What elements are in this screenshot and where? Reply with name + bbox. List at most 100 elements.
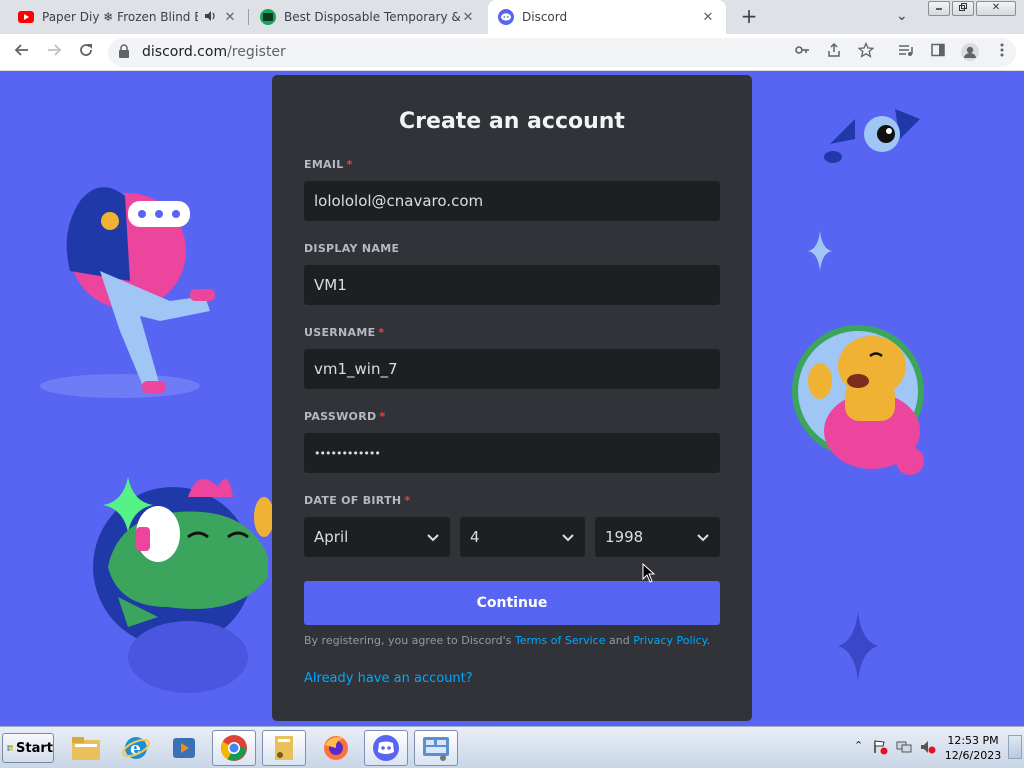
- tab-title: Discord: [522, 10, 568, 24]
- url-path: /register: [227, 44, 286, 60]
- required-mark: *: [378, 326, 385, 339]
- tab-search-icon[interactable]: ⌄: [896, 8, 908, 24]
- taskbar-control-panel[interactable]: [414, 730, 458, 766]
- forward-icon[interactable]: [44, 42, 64, 62]
- taskbar-folder[interactable]: [262, 730, 306, 766]
- show-hidden-icons-icon[interactable]: ⌃: [854, 739, 863, 752]
- required-mark: *: [346, 158, 353, 171]
- url-text: discord.com/register: [142, 44, 286, 60]
- tab-youtube[interactable]: Paper Diy ❄ Frozen Blind Ba ✕: [8, 0, 248, 34]
- sparkle-icon: [808, 231, 832, 271]
- new-tab-button[interactable]: +: [738, 6, 760, 28]
- chevron-down-icon: [562, 534, 574, 542]
- discord-icon: [373, 735, 399, 761]
- menu-kebab-icon[interactable]: [992, 42, 1012, 62]
- close-tab-icon[interactable]: ✕: [700, 10, 716, 25]
- reload-icon[interactable]: [76, 42, 96, 62]
- dob-year-select[interactable]: 1998: [595, 517, 720, 557]
- dob-day-select[interactable]: 4: [460, 517, 585, 557]
- volume-muted-icon[interactable]: [920, 739, 936, 755]
- password-field[interactable]: ••••••••••••: [304, 433, 720, 473]
- control-panel-icon: [423, 737, 449, 761]
- terms-prefix: By registering, you agree to Discord's: [304, 634, 515, 647]
- username-label: USERNAME *: [304, 326, 384, 339]
- taskbar-explorer[interactable]: [64, 730, 108, 766]
- network-icon[interactable]: [896, 739, 912, 755]
- taskbar-firefox[interactable]: [314, 730, 358, 766]
- browser-toolbar: discord.com/register: [0, 34, 1024, 71]
- explorer-icon: [72, 737, 100, 760]
- continue-button[interactable]: Continue: [304, 581, 720, 625]
- chevron-down-icon: [427, 534, 439, 542]
- required-mark: *: [404, 494, 411, 507]
- terms-and: and: [605, 634, 634, 647]
- page-title: Create an account: [399, 109, 625, 134]
- ie-icon: e: [122, 737, 150, 759]
- taskbar-clock[interactable]: 12:53 PM 12/6/2023: [940, 733, 1006, 763]
- taskbar-discord[interactable]: [364, 730, 408, 766]
- clock-time: 12:53 PM: [947, 734, 999, 747]
- taskbar-ie[interactable]: e: [114, 730, 158, 766]
- required-mark: *: [379, 410, 386, 423]
- media-player-icon: [173, 738, 195, 758]
- tab-temp-mail[interactable]: Best Disposable Temporary & Fa ✕: [250, 0, 486, 34]
- display-name-field[interactable]: VM1: [304, 265, 720, 305]
- lock-icon[interactable]: [118, 44, 132, 60]
- username-label-text: USERNAME: [304, 326, 376, 339]
- terms-text: By registering, you agree to Discord's T…: [304, 634, 710, 647]
- dob-day-value: 4: [470, 528, 480, 546]
- discord-register-page: Create an account EMAIL * lolololol@cnava…: [0, 71, 1024, 726]
- windows-taskbar: Start e ⌃ 12:53 PM 12/6/2023: [0, 726, 1024, 768]
- privacy-policy-link[interactable]: Privacy Policy: [633, 634, 706, 647]
- close-tab-icon[interactable]: ✕: [222, 10, 238, 25]
- discord-icon: [498, 9, 514, 25]
- already-have-account-link[interactable]: Already have an account?: [304, 671, 473, 686]
- folder-icon: [275, 736, 293, 760]
- password-label-text: PASSWORD: [304, 410, 377, 423]
- action-center-flag-icon[interactable]: [872, 739, 888, 755]
- taskbar-chrome[interactable]: [212, 730, 256, 766]
- close-window-button[interactable]: ✕: [976, 1, 1016, 16]
- password-label: PASSWORD *: [304, 410, 385, 423]
- display-name-label: DISPLAY NAME: [304, 242, 400, 255]
- restore-button[interactable]: [952, 1, 974, 16]
- start-button[interactable]: Start: [2, 733, 54, 763]
- minimize-button[interactable]: [928, 1, 950, 16]
- username-field[interactable]: vm1_win_7: [304, 349, 720, 389]
- tab-separator: [248, 9, 249, 25]
- youtube-icon: [18, 9, 34, 25]
- chevron-down-icon: [697, 534, 709, 542]
- illustration-green-dragon: [93, 477, 274, 693]
- media-control-icon[interactable]: [896, 42, 916, 62]
- dob-year-value: 1998: [605, 528, 644, 546]
- start-label: Start: [16, 740, 53, 756]
- key-icon[interactable]: [792, 42, 812, 62]
- profile-avatar-icon[interactable]: [960, 42, 980, 62]
- dob-label: DATE OF BIRTH *: [304, 494, 410, 507]
- browser-tab-strip: Paper Diy ❄ Frozen Blind Ba ✕ Best Dispo…: [0, 0, 1024, 34]
- taskbar-media-player[interactable]: [162, 730, 206, 766]
- tab-discord[interactable]: Discord ✕: [488, 0, 726, 34]
- chrome-icon: [220, 735, 247, 761]
- share-icon[interactable]: [824, 42, 844, 62]
- clock-date: 12/6/2023: [944, 749, 1002, 762]
- sparkle-icon: [838, 611, 878, 681]
- terms-of-service-link[interactable]: Terms of Service: [515, 634, 606, 647]
- address-bar[interactable]: discord.com/register: [108, 38, 1016, 67]
- dob-month-select[interactable]: April: [304, 517, 450, 557]
- terms-suffix: .: [706, 634, 711, 647]
- tab-title: Paper Diy ❄ Frozen Blind Ba: [42, 10, 198, 24]
- speaker-icon[interactable]: [204, 10, 216, 25]
- bookmark-star-icon[interactable]: [856, 41, 876, 62]
- email-label: EMAIL *: [304, 158, 353, 171]
- close-tab-icon[interactable]: ✕: [460, 10, 476, 25]
- show-desktop-button[interactable]: [1008, 735, 1022, 759]
- windows-logo-icon: [7, 745, 13, 751]
- back-icon[interactable]: [12, 42, 32, 62]
- tempmail-icon: [260, 9, 276, 25]
- email-field[interactable]: lolololol@cnavaro.com: [304, 181, 720, 221]
- side-panel-icon[interactable]: [928, 42, 948, 62]
- url-domain: discord.com: [142, 44, 228, 60]
- illustration-bat-creature: [824, 109, 920, 163]
- register-card: Create an account EMAIL * lolololol@cnava…: [272, 75, 752, 721]
